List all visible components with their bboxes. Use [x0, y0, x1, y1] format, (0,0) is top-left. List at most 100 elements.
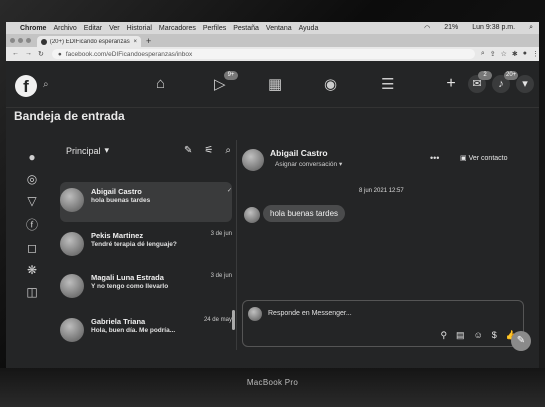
menu-pestana[interactable]: Pestaña — [233, 25, 259, 32]
search-icon[interactable]: ⌕ — [43, 79, 49, 90]
message-preview: hola buenas tardes — [91, 197, 151, 204]
list-item[interactable]: Magali Luna Estrada Y no tengo como llev… — [60, 268, 232, 308]
url-text: facebook.com/eDIFicandoesperanzas/inbox — [65, 50, 193, 58]
view-contact-label: Ver contacto — [468, 155, 508, 162]
zoom-window-icon[interactable] — [26, 38, 31, 43]
search-list-icon[interactable]: ⌕ — [225, 145, 231, 156]
groups-icon[interactable]: ◉ — [324, 75, 337, 93]
search-icon[interactable]: ⌕ — [529, 24, 533, 32]
assign-conversation-label: Asignar conversación — [275, 161, 338, 168]
notifications-badge: 20+ — [504, 71, 519, 80]
menu-ver[interactable]: Ver — [109, 25, 120, 32]
marketplace-icon[interactable]: ▦ — [268, 75, 282, 93]
more-icon[interactable]: ⋮ — [532, 50, 539, 58]
pane-divider — [236, 140, 237, 350]
clock[interactable]: Lun 9:38 p.m. — [472, 24, 515, 32]
more-rail-icon[interactable]: ◫ — [22, 285, 42, 299]
zoom-icon[interactable]: ⌕ — [481, 50, 485, 58]
wifi-icon[interactable]: ◠ — [424, 24, 430, 32]
assign-conversation-dropdown[interactable]: Asignar conversación ▾ — [275, 160, 342, 168]
message-preview: Y no tengo como llevarlo — [91, 283, 169, 290]
compose-icon[interactable]: ✎ — [184, 145, 192, 156]
conversation-header: Abigail Castro Asignar conversación ▾ ••… — [242, 145, 532, 175]
profile-icon[interactable]: ● — [523, 50, 527, 58]
message-date: 3 de jun — [210, 231, 232, 237]
messenger-rail-icon[interactable]: ◎ — [22, 172, 42, 186]
menu-ventana[interactable]: Ventana — [266, 25, 292, 32]
device-brand: MacBook Pro — [246, 378, 299, 387]
back-icon[interactable]: ← — [12, 50, 19, 58]
contact-name: Gabriela Triana — [91, 317, 146, 326]
emoji-icon[interactable]: ☺ — [474, 330, 483, 341]
browser-tab[interactable]: (20+) EDIFicando esperanzas | × — [37, 36, 141, 47]
chat-icon[interactable]: ● — [22, 150, 42, 164]
home-icon[interactable]: ⌂ — [156, 75, 165, 92]
saved-replies-icon[interactable]: ▤ — [456, 330, 465, 341]
forward-icon[interactable]: → — [25, 50, 32, 58]
view-contact-button[interactable]: ▣ Ver contacto — [460, 154, 508, 162]
new-message-button[interactable]: ✎ — [511, 331, 531, 351]
left-rail: ● ◎ ▽ ⓕ ◻ ❋ ◫ — [22, 150, 42, 307]
avatar[interactable] — [242, 149, 264, 171]
instagram-icon[interactable]: ◻ — [22, 241, 42, 255]
avatar — [60, 318, 84, 342]
message-date: 24 de may — [203, 317, 232, 323]
filter-dropdown[interactable]: Principal — [66, 146, 101, 156]
avatar — [244, 207, 260, 223]
settings-icon[interactable]: ❋ — [22, 263, 42, 277]
menu-perfiles[interactable]: Perfiles — [203, 25, 226, 32]
window-controls — [10, 38, 31, 43]
menu-chrome[interactable]: Chrome — [20, 25, 46, 32]
list-item[interactable]: Abigail Castro hola buenas tardes ✓ — [60, 182, 232, 222]
reload-icon[interactable]: ↻ — [38, 50, 44, 58]
menu-ayuda[interactable]: Ayuda — [299, 25, 319, 32]
message-preview: Hola, buen día. Me podría... — [91, 327, 176, 334]
avatar — [248, 307, 262, 321]
extension-icon[interactable]: ✱ — [512, 50, 518, 58]
message-bubble[interactable]: hola buenas tardes — [263, 205, 346, 222]
facebook-rail-icon[interactable]: ⓕ — [22, 216, 42, 233]
message-preview: Tendré terapia dé lenguaje? — [91, 241, 177, 248]
avatar — [60, 274, 84, 298]
video-badge: 9+ — [224, 71, 238, 80]
menu-archivo[interactable]: Archivo — [53, 25, 76, 32]
account-menu-icon[interactable]: ▾ — [516, 75, 534, 93]
list-header: Principal ▾ ✎ ⚟ ⌕ — [66, 145, 231, 156]
message-composer[interactable]: Responde en Messenger... ⚲ ▤ ☺ $ 👍 — [242, 300, 524, 347]
attach-icon[interactable]: ⚲ — [440, 330, 447, 341]
new-tab-icon[interactable]: + — [146, 36, 151, 46]
close-window-icon[interactable] — [10, 38, 15, 43]
contact-name: Magali Luna Estrada — [91, 273, 164, 282]
menu-historial[interactable]: Historial — [127, 25, 152, 32]
list-item[interactable]: Pekis Martinez Tendré terapia dé lenguaj… — [60, 226, 232, 266]
filter-icon[interactable]: ⚟ — [204, 145, 213, 156]
payment-icon[interactable]: $ — [492, 330, 497, 341]
facebook-header: f ⌕ ⌂ ▷ 9+ ▦ ◉ ☰ + ✉ 2 ♪ 20+ ▾ — [6, 61, 539, 108]
minimize-window-icon[interactable] — [18, 38, 23, 43]
create-icon[interactable]: + — [442, 75, 460, 93]
facebook-logo-icon[interactable]: f — [15, 75, 37, 97]
more-options-icon[interactable]: ••• — [430, 153, 439, 163]
instagram-direct-icon[interactable]: ▽ — [22, 194, 42, 208]
menu-editar[interactable]: Editar — [84, 25, 102, 32]
list-item[interactable]: Gabriela Triana Hola, buen día. Me podrí… — [60, 312, 232, 352]
check-icon: ✓ — [226, 188, 232, 194]
mac-menu-bar: Chrome Archivo Editar Ver Historial Marc… — [6, 22, 539, 34]
menu-marcadores[interactable]: Marcadores — [159, 25, 196, 32]
menu-icon[interactable]: ☰ — [381, 75, 394, 93]
list-scrollbar[interactable] — [232, 310, 235, 330]
message-timestamp: 8 jun 2021 12:57 — [359, 188, 404, 194]
url-field[interactable]: ● facebook.com/eDIFicandoesperanzas/inbox — [51, 49, 475, 59]
chevron-down-icon[interactable]: ▾ — [105, 145, 110, 156]
avatar — [60, 232, 84, 256]
composer-placeholder[interactable]: Responde en Messenger... — [268, 310, 352, 317]
contact-card-icon: ▣ — [460, 155, 467, 162]
address-bar-row: ← → ↻ ● facebook.com/eDIFicandoesperanzas… — [6, 47, 539, 61]
bookmark-star-icon[interactable]: ☆ — [501, 50, 507, 58]
page-title: Bandeja de entrada — [14, 109, 125, 123]
close-tab-icon[interactable]: × — [133, 39, 137, 45]
conversation-name[interactable]: Abigail Castro — [270, 148, 328, 158]
messenger-badge: 2 — [478, 71, 492, 80]
battery-level[interactable]: 21% — [444, 24, 458, 32]
share-icon[interactable]: ⇪ — [490, 50, 496, 58]
